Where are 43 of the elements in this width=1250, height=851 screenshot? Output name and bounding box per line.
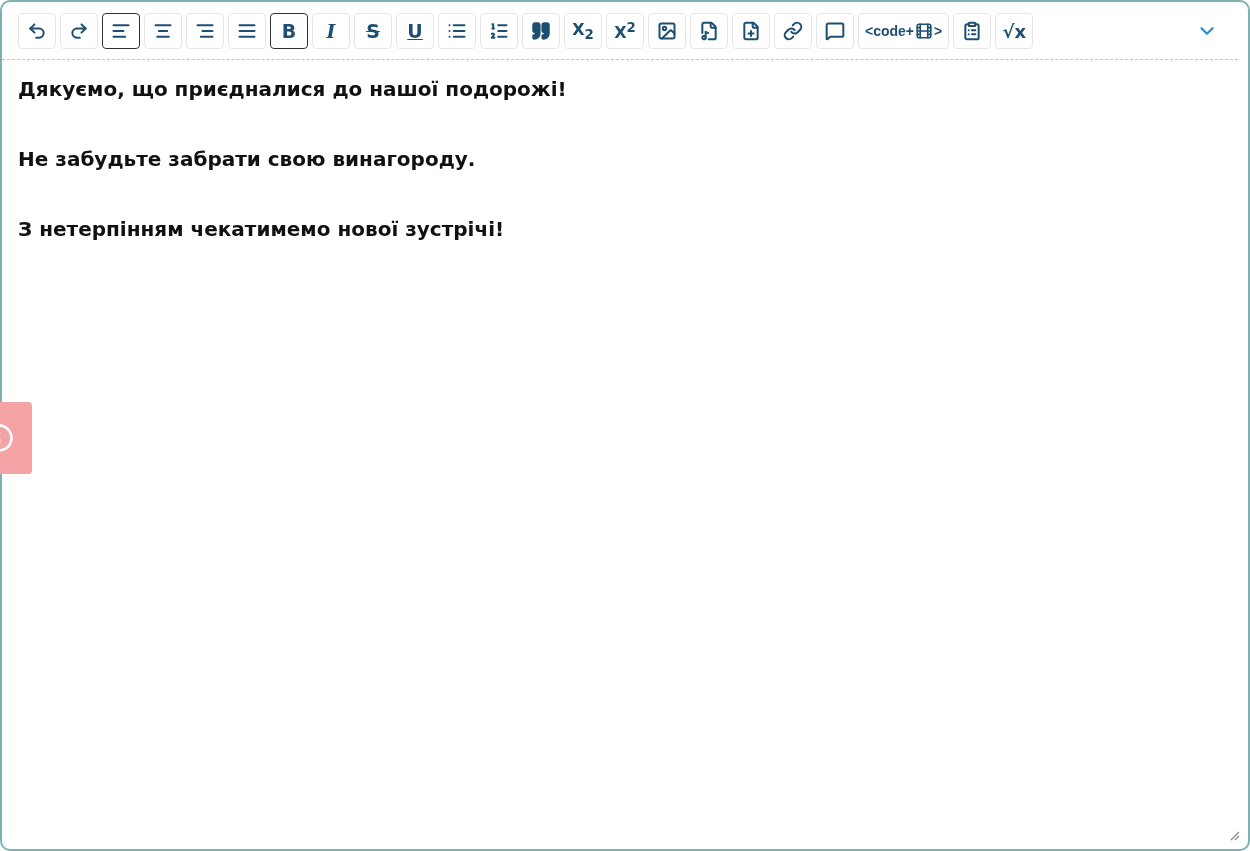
align-left-icon [111,21,131,41]
file-button[interactable] [732,13,770,49]
clipboard-icon [962,21,983,41]
music-file-icon [699,21,719,41]
resize-grip-icon[interactable] [1228,829,1240,841]
align-left-button[interactable] [102,13,140,49]
subscript-button[interactable]: X$_{2}$ [564,13,602,49]
align-justify-icon [237,21,257,41]
bullet-list-button[interactable] [438,13,476,49]
italic-button[interactable]: I [312,13,350,49]
film-icon [915,22,934,40]
align-center-button[interactable] [144,13,182,49]
numbered-list-icon [489,21,509,41]
comment-button[interactable] [816,13,854,49]
bold-button[interactable]: B [270,13,308,49]
quote-icon [531,21,551,41]
redo-icon [69,21,89,41]
quote-button[interactable] [522,13,560,49]
math-button[interactable]: √x [995,13,1034,49]
align-center-icon [153,21,173,41]
speech-bubble-icon [825,21,845,41]
image-button[interactable] [648,13,686,49]
file-plus-icon [741,21,761,41]
paragraph-text: З нетерпінням чекатимемо нової зустрічі! [18,216,506,242]
align-right-button[interactable] [186,13,224,49]
clipboard-button[interactable] [953,13,992,49]
link-button[interactable] [774,13,812,49]
bullet-list-icon [447,21,467,41]
undo-button[interactable] [18,13,56,49]
audio-button[interactable] [690,13,728,49]
align-right-icon [195,21,215,41]
paragraph-text: Дякуємо, що приєдналися до нашої подорожі! [18,76,568,102]
align-justify-button[interactable] [228,13,266,49]
number-list-button[interactable] [480,13,518,49]
redo-button[interactable] [60,13,98,49]
superscript-button[interactable]: X$^{2}$ [606,13,644,49]
strike-button[interactable]: S [354,13,392,49]
paragraph-text: Не забудьте забрати свою винагороду. [18,146,477,172]
underline-button[interactable]: U [396,13,434,49]
link-icon [783,21,803,41]
undo-icon [27,21,47,41]
embed-button[interactable]: <code+ > [858,13,950,49]
image-icon [657,21,677,41]
